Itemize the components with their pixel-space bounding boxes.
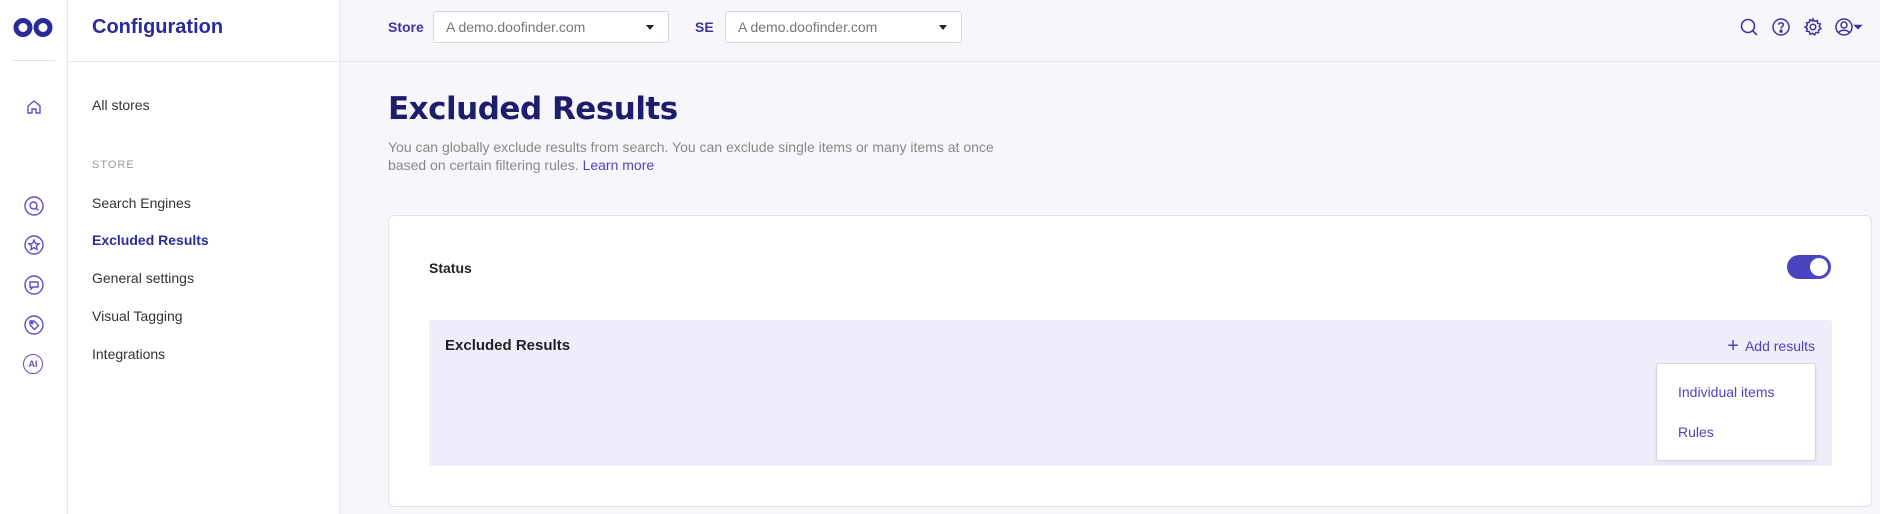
status-toggle[interactable] bbox=[1787, 255, 1831, 279]
page-title: Excluded Results bbox=[388, 91, 678, 127]
toggle-knob bbox=[1810, 258, 1828, 276]
description-text: You can globally exclude results from se… bbox=[388, 139, 994, 173]
panel-title: Excluded Results bbox=[445, 337, 571, 354]
settings-icon[interactable] bbox=[1803, 17, 1823, 37]
learn-more-link[interactable]: Learn more bbox=[583, 157, 655, 173]
home-icon[interactable] bbox=[23, 96, 45, 118]
se-label: SE bbox=[695, 19, 714, 35]
add-results-button[interactable]: + Add results bbox=[1727, 335, 1815, 357]
page-description: You can globally exclude results from se… bbox=[388, 138, 1028, 174]
tag-icon[interactable] bbox=[23, 314, 45, 336]
sidebar-item-general-settings[interactable]: General settings bbox=[92, 270, 194, 286]
left-rail: AI bbox=[0, 0, 68, 514]
user-menu-icon[interactable] bbox=[1834, 17, 1864, 37]
chevron-down-icon bbox=[939, 25, 947, 30]
sidebar-item-search-engines[interactable]: Search Engines bbox=[92, 195, 191, 211]
se-select[interactable]: A demo.doofinder.com bbox=[725, 11, 962, 43]
dropdown-item-rules[interactable]: Rules bbox=[1678, 424, 1714, 440]
plus-icon: + bbox=[1727, 335, 1739, 357]
sidebar-section-store: STORE bbox=[92, 159, 135, 171]
status-label: Status bbox=[429, 260, 472, 276]
top-bar: Store A demo.doofinder.com SE A demo.doo… bbox=[340, 0, 1880, 62]
sidebar-title: Configuration bbox=[92, 16, 224, 38]
add-results-label: Add results bbox=[1744, 338, 1815, 354]
ai-icon[interactable]: AI bbox=[23, 354, 45, 376]
doofinder-logo[interactable] bbox=[13, 18, 53, 37]
sidebar-item-integrations[interactable]: Integrations bbox=[92, 346, 165, 362]
store-select[interactable]: A demo.doofinder.com bbox=[433, 11, 669, 43]
store-select-value: A demo.doofinder.com bbox=[446, 19, 586, 35]
excluded-results-panel: Excluded Results + Add results Individua… bbox=[429, 320, 1832, 466]
dropdown-item-individual-items[interactable]: Individual items bbox=[1678, 384, 1775, 400]
excluded-results-card: Status Excluded Results + Add results In… bbox=[388, 215, 1872, 507]
chat-icon[interactable] bbox=[23, 274, 45, 296]
store-label: Store bbox=[388, 19, 424, 35]
search-icon[interactable] bbox=[1739, 17, 1759, 37]
ai-icon-label: AI bbox=[23, 354, 43, 374]
sidebar-item-visual-tagging[interactable]: Visual Tagging bbox=[92, 308, 183, 324]
config-sidebar: Configuration All stores STORE Search En… bbox=[68, 0, 340, 514]
sidebar-divider bbox=[68, 61, 340, 62]
chevron-down-icon bbox=[646, 25, 654, 30]
star-icon[interactable] bbox=[23, 234, 45, 256]
help-icon[interactable] bbox=[1771, 17, 1791, 37]
se-select-value: A demo.doofinder.com bbox=[738, 19, 878, 35]
search-icon[interactable] bbox=[23, 195, 45, 217]
sidebar-item-all-stores[interactable]: All stores bbox=[92, 97, 150, 113]
rail-divider bbox=[13, 60, 55, 61]
sidebar-item-excluded-results[interactable]: Excluded Results bbox=[92, 232, 209, 248]
add-results-dropdown: Individual items Rules bbox=[1656, 363, 1816, 461]
